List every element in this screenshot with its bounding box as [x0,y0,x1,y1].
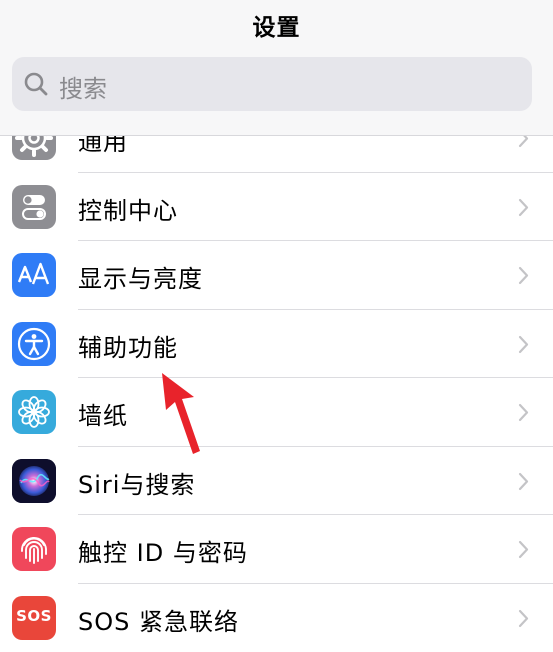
chevron-right-icon [518,335,529,354]
settings-item-label: 显示与亮度 [78,259,203,294]
settings-item-label: 触控 ID 与密码 [78,533,248,568]
settings-item-display-brightness[interactable]: 显示与亮度 [0,241,553,310]
settings-item-label: 墙纸 [78,396,128,431]
sos-icon: SOS [12,596,56,640]
nav-header: 设置 搜索 [0,0,553,136]
settings-item-label: 控制中心 [78,191,178,226]
search-placeholder: 搜索 [59,69,107,104]
chevron-right-icon [518,198,529,217]
settings-item-touch-id-passcode[interactable]: 触控 ID 与密码 [0,515,553,584]
chevron-right-icon [518,540,529,559]
settings-item-label: SOS 紧急联络 [78,602,239,637]
chevron-right-icon [518,609,529,628]
search-icon [23,71,49,97]
settings-item-label: Siri与搜索 [78,465,195,500]
sos-icon-text: SOS [12,607,56,625]
red-arrow-icon [150,365,210,457]
settings-item-control-center[interactable]: 控制中心 [0,173,553,242]
chevron-right-icon [518,403,529,422]
settings-item-emergency-sos[interactable]: SOS SOS 紧急联络 [0,584,553,652]
toggles-icon [12,185,56,229]
chevron-right-icon [518,472,529,491]
settings-list: 通用 控制中心 [0,104,553,652]
text-size-icon [12,253,56,297]
settings-item-siri-search[interactable]: Siri与搜索 [0,447,553,516]
siri-icon [12,459,56,503]
accessibility-icon [12,322,56,366]
settings-item-wallpaper[interactable]: 墙纸 [0,378,553,447]
page-title: 设置 [0,8,553,42]
settings-item-label: 辅助功能 [78,328,178,363]
flower-icon [12,390,56,434]
fingerprint-icon [12,527,56,571]
settings-item-accessibility[interactable]: 辅助功能 [0,310,553,379]
chevron-right-icon [518,266,529,285]
search-input[interactable]: 搜索 [12,57,532,111]
